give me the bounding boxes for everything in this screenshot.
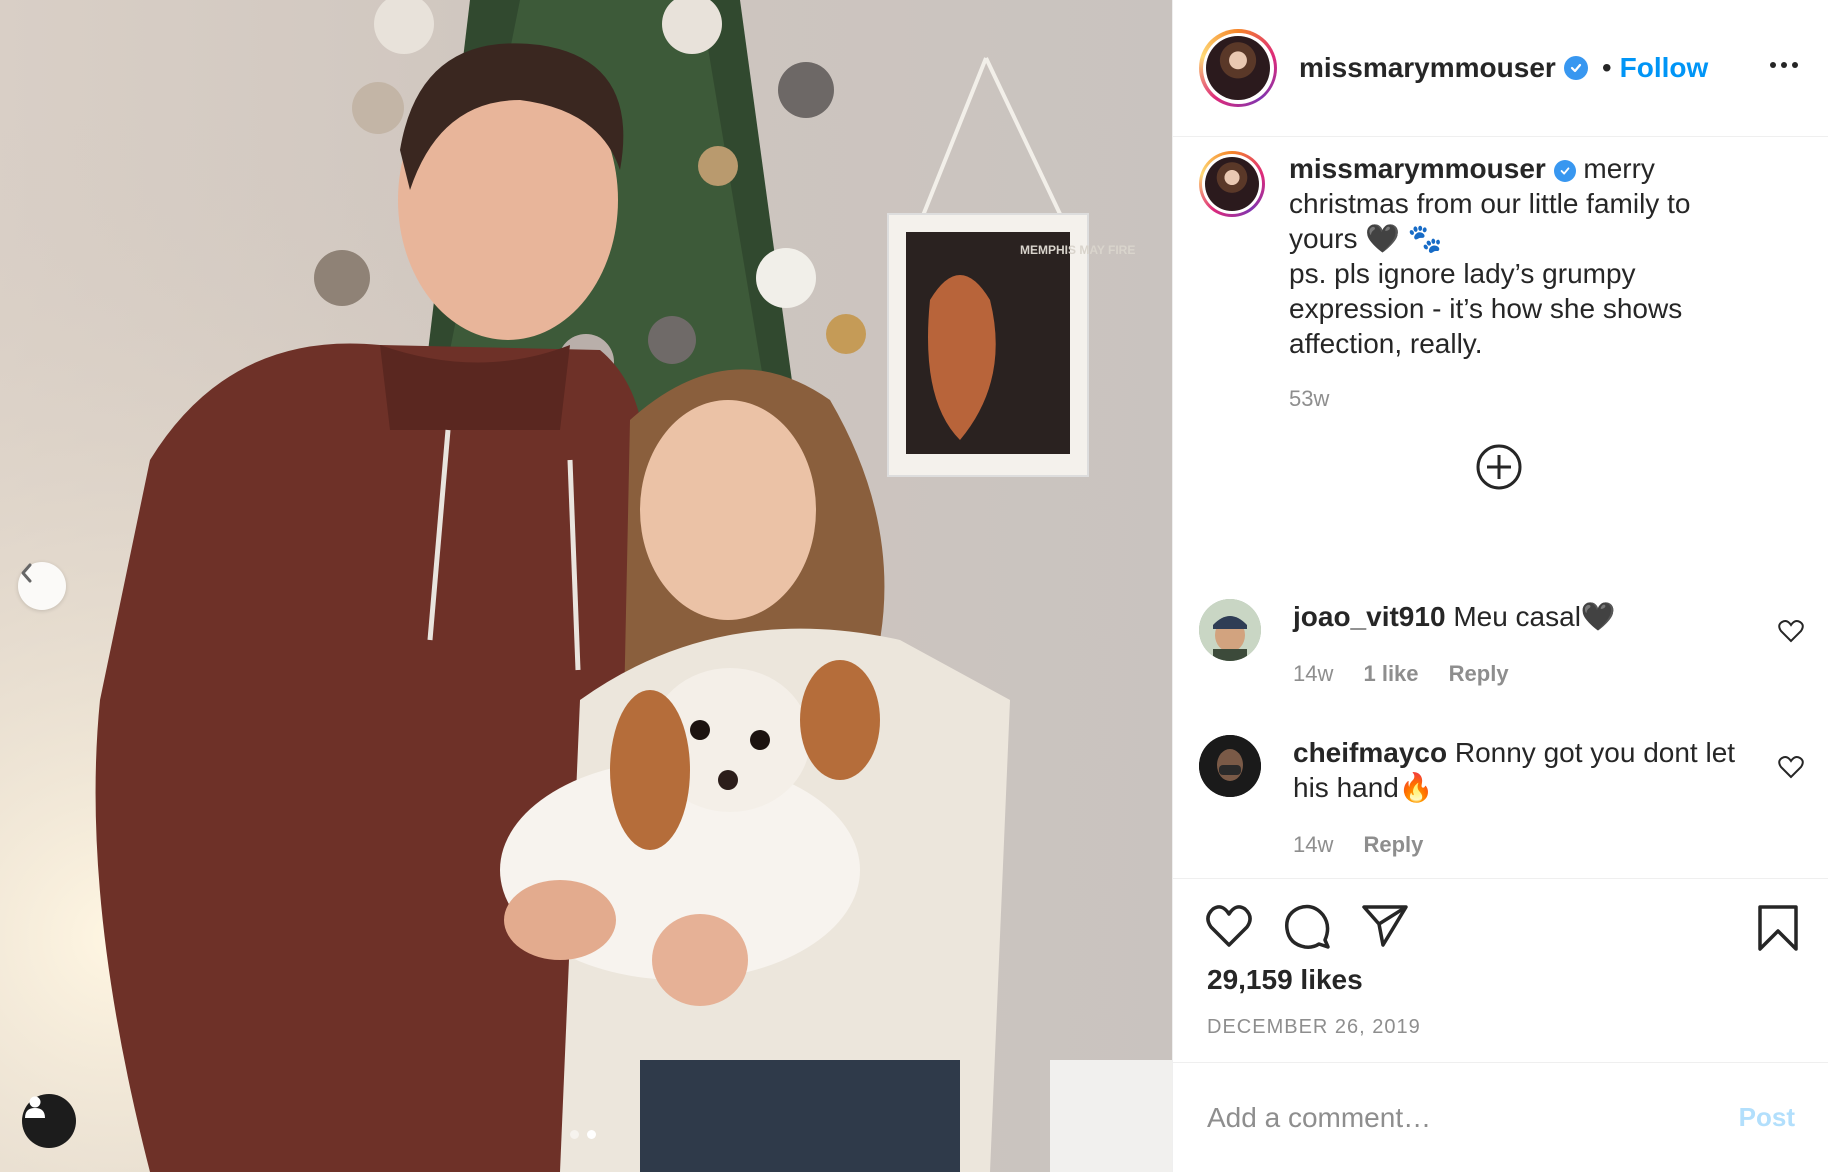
reply-button[interactable]: Reply: [1449, 661, 1509, 686]
like-heart-icon[interactable]: [1205, 904, 1253, 953]
comment-text-block: cheifmayco Ronny got you dont let his ha…: [1293, 735, 1743, 862]
avatar: [1205, 157, 1259, 211]
like-comment-heart-icon[interactable]: [1778, 755, 1804, 784]
comment-avatar[interactable]: [1199, 599, 1261, 661]
carousel-indicator: [570, 1130, 596, 1139]
comment-username[interactable]: joao_vit910: [1293, 601, 1446, 632]
caption-time: 53w: [1289, 386, 1330, 411]
caption-avatar[interactable]: [1199, 151, 1265, 217]
follow-button[interactable]: Follow: [1620, 52, 1709, 84]
carousel-prev-button[interactable]: [18, 562, 66, 610]
header-username[interactable]: missmarymmouser: [1299, 52, 1556, 84]
save-bookmark-icon[interactable]: [1757, 904, 1799, 957]
load-more-comments-button[interactable]: [1475, 443, 1523, 496]
post-details-panel: missmarymmouser • Follow missmarymmouser…: [1172, 0, 1828, 1172]
comment-input[interactable]: [1207, 1101, 1739, 1134]
comments-section[interactable]: missmarymmouser merry christmas from our…: [1173, 137, 1828, 879]
comment-avatar[interactable]: [1199, 735, 1261, 797]
comment-time: 14w: [1293, 661, 1334, 686]
caption: missmarymmouser merry christmas from our…: [1199, 151, 1739, 416]
post-date: DECEMBER 26, 2019: [1207, 1016, 1421, 1038]
comment-username[interactable]: cheifmayco: [1293, 737, 1447, 768]
post-photo[interactable]: MEMPHIS MAY FIRE: [0, 0, 1172, 1172]
carousel-dot-active: [587, 1130, 596, 1139]
add-comment-bar: Post: [1173, 1062, 1828, 1172]
carousel-dot: [570, 1130, 579, 1139]
likes-count[interactable]: 29,159 likes: [1207, 964, 1363, 996]
reply-button[interactable]: Reply: [1363, 832, 1423, 857]
comment-bubble-icon[interactable]: [1283, 904, 1331, 955]
poster-text: MEMPHIS MAY FIRE: [1020, 243, 1135, 257]
story-ring[interactable]: [1199, 29, 1277, 107]
share-send-icon[interactable]: [1361, 904, 1409, 953]
comment-item: joao_vit910 Meu casal🖤 14w 1 like Reply: [1199, 599, 1743, 691]
comment-text: Meu casal🖤: [1453, 601, 1616, 632]
comment-text-block: joao_vit910 Meu casal🖤 14w 1 like Reply: [1293, 599, 1743, 691]
more-options-icon[interactable]: [1770, 52, 1798, 78]
user-icon: [25, 1096, 45, 1118]
avatar: [1206, 36, 1270, 100]
caption-text-line2: ps. pls ignore lady’s grumpy expression …: [1289, 258, 1683, 359]
verified-badge-icon: [1553, 159, 1576, 182]
comment-time: 14w: [1293, 832, 1334, 857]
photo-illustration: MEMPHIS MAY FIRE: [0, 0, 1172, 1172]
post-comment-button[interactable]: Post: [1739, 1102, 1795, 1133]
post-header: missmarymmouser • Follow: [1173, 0, 1828, 137]
caption-text-block: missmarymmouser merry christmas from our…: [1289, 151, 1739, 416]
plus-circle-icon: [1476, 444, 1522, 490]
like-comment-heart-icon[interactable]: [1778, 619, 1804, 648]
chevron-left-icon: [21, 563, 32, 583]
header-separator: •: [1601, 52, 1612, 83]
verified-badge-icon: [1563, 56, 1588, 80]
comment-item: cheifmayco Ronny got you dont let his ha…: [1199, 735, 1743, 862]
tagged-users-button[interactable]: [22, 1094, 76, 1148]
comment-likes[interactable]: 1 like: [1363, 661, 1418, 686]
caption-username[interactable]: missmarymmouser: [1289, 153, 1546, 184]
